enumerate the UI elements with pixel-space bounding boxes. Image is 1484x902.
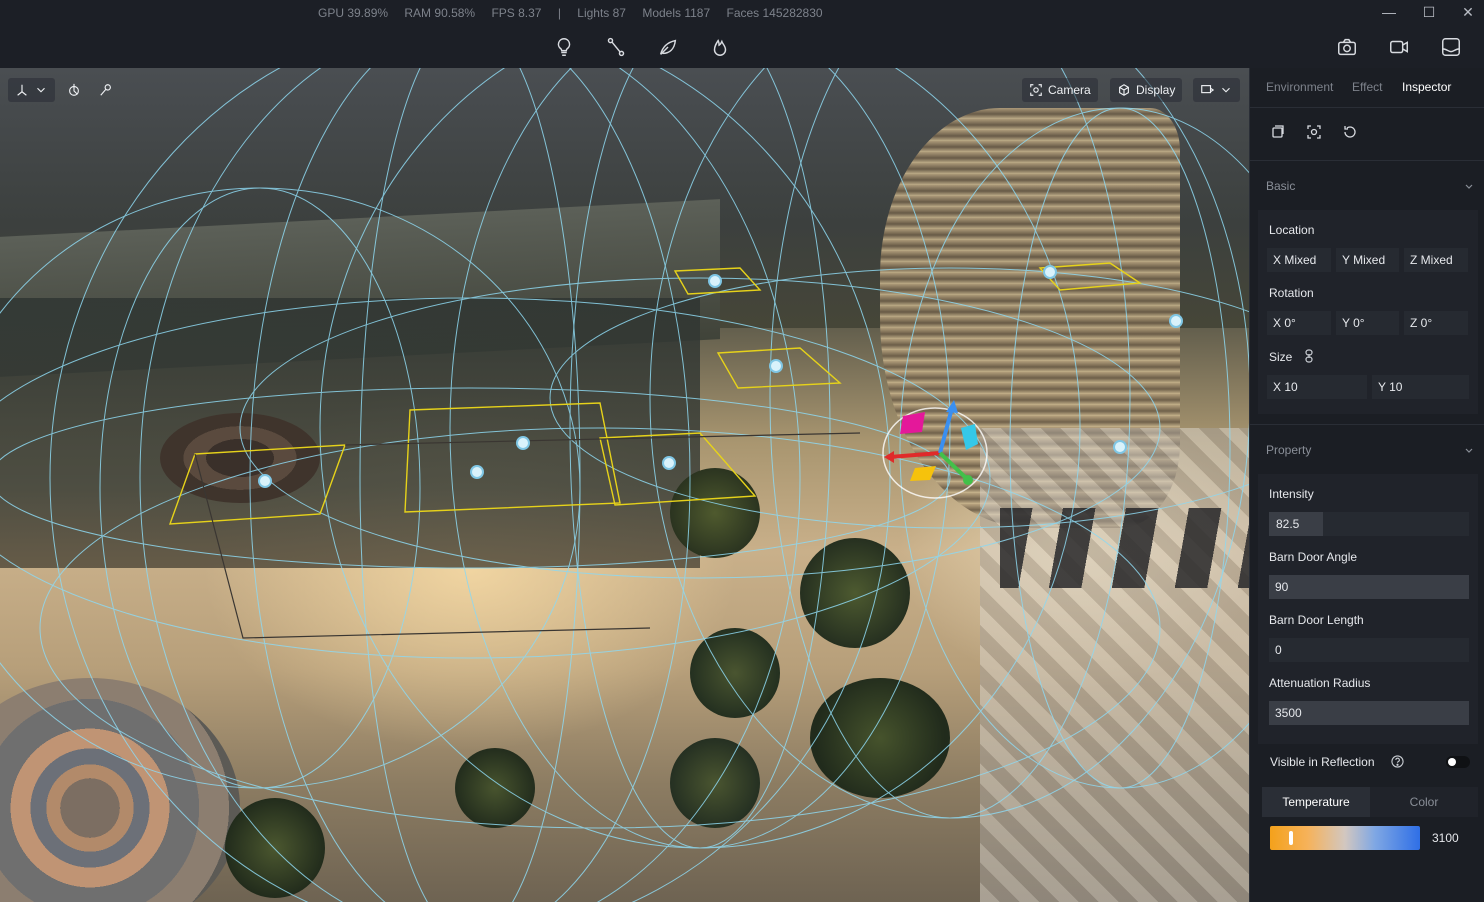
ram-stat: RAM 90.58% [404, 6, 476, 20]
size-x-field[interactable]: X 10 [1267, 375, 1367, 399]
transform-gizmo [882, 400, 988, 499]
basic-section-title[interactable]: Basic [1266, 179, 1295, 193]
property-section-title[interactable]: Property [1266, 443, 1311, 457]
attenuation-radius-field[interactable]: 3500 [1269, 701, 1469, 725]
barn-door-length-label: Barn Door Length [1269, 613, 1364, 627]
performance-stats: GPU 39.89% RAM 90.58% FPS 8.37 | Lights … [318, 6, 836, 20]
barn-door-angle-field[interactable]: 90 [1269, 575, 1469, 599]
tab-environment[interactable]: Environment [1266, 80, 1333, 94]
location-x-field[interactable]: X Mixed [1267, 248, 1331, 272]
camera-snapshot-icon[interactable] [1336, 36, 1358, 58]
chevron-down-icon[interactable] [1464, 182, 1474, 192]
image-export-icon[interactable] [1440, 36, 1462, 58]
rotation-x-field[interactable]: X 0° [1267, 311, 1331, 335]
reset-icon[interactable] [1338, 120, 1362, 144]
tab-inspector[interactable]: Inspector [1402, 80, 1451, 94]
temperature-value[interactable]: 3100 [1432, 831, 1459, 845]
temperature-gradient-slider[interactable] [1270, 826, 1420, 850]
size-label: Size [1269, 350, 1293, 364]
snap-icon[interactable] [92, 78, 120, 102]
light-wireframe-overlay [0, 68, 1249, 902]
link-icon[interactable] [1303, 349, 1315, 363]
models-stat: Models 1187 [642, 6, 711, 20]
location-label: Location [1269, 223, 1315, 237]
intensity-slider[interactable]: 82.5 [1269, 512, 1469, 536]
copy-icon[interactable] [1266, 120, 1290, 144]
rotation-z-field[interactable]: Z 0° [1404, 311, 1468, 335]
tab-effect[interactable]: Effect [1352, 80, 1382, 94]
chevron-down-icon[interactable] [1464, 446, 1474, 456]
tab-color[interactable]: Color [1370, 787, 1478, 817]
toggle-knob [1448, 758, 1456, 766]
camera-frame-icon [1030, 84, 1042, 96]
inspector-panel: Environment Effect Inspector Basic Locat… [1249, 68, 1484, 902]
lightbulb-icon[interactable] [553, 36, 575, 58]
leaf-icon[interactable] [657, 36, 679, 58]
video-icon[interactable] [1388, 36, 1410, 58]
transform-mode-dropdown[interactable] [8, 78, 55, 102]
lights-stat: Lights 87 [577, 6, 626, 20]
camera-label: Camera [1048, 83, 1091, 97]
intensity-value: 82.5 [1276, 517, 1300, 531]
faces-stat: Faces 145282830 [726, 6, 823, 20]
stats-divider: | [557, 6, 561, 20]
main-toolbar [0, 26, 1484, 68]
property-section: Intensity 82.5 Barn Door Angle 90 Barn D… [1258, 474, 1478, 744]
help-icon[interactable] [1391, 755, 1404, 768]
chevron-down-icon [1222, 87, 1230, 93]
panel-tabs: Environment Effect Inspector [1250, 68, 1484, 108]
tab-temperature[interactable]: Temperature [1262, 787, 1370, 817]
camera-button[interactable]: Camera [1022, 78, 1098, 102]
fire-icon[interactable] [709, 36, 731, 58]
maximize-button[interactable]: ☐ [1419, 4, 1439, 22]
attenuation-radius-label: Attenuation Radius [1269, 676, 1371, 690]
intensity-label: Intensity [1269, 487, 1314, 501]
rotation-y-field[interactable]: Y 0° [1336, 311, 1399, 335]
display-button[interactable]: Display [1110, 78, 1183, 102]
chevron-down-icon [37, 87, 45, 93]
divider [1250, 424, 1484, 425]
visible-in-reflection-label: Visible in Reflection [1270, 755, 1375, 769]
basic-section: Location X Mixed Y Mixed Z Mixed Rotatio… [1258, 210, 1478, 414]
location-z-field[interactable]: Z Mixed [1404, 248, 1468, 272]
location-y-field[interactable]: Y Mixed [1336, 248, 1399, 272]
visible-in-reflection-toggle[interactable] [1446, 756, 1470, 768]
focus-icon[interactable] [1302, 120, 1326, 144]
pivot-icon[interactable] [60, 78, 88, 102]
temperature-slider-handle[interactable] [1289, 831, 1293, 845]
divider [1250, 160, 1484, 161]
title-bar: GPU 39.89% RAM 90.58% FPS 8.37 | Lights … [0, 0, 1484, 26]
barn-door-angle-label: Barn Door Angle [1269, 550, 1358, 564]
gpu-stat: GPU 39.89% [318, 6, 389, 20]
axis-icon [17, 84, 27, 96]
close-button[interactable]: ✕ [1458, 4, 1478, 22]
minimize-button[interactable]: — [1379, 4, 1399, 22]
cube-icon [1119, 84, 1129, 96]
scene-viewport[interactable]: Camera Display [0, 68, 1249, 902]
barn-door-length-field[interactable]: 0 [1269, 638, 1469, 662]
size-y-field[interactable]: Y 10 [1372, 375, 1469, 399]
view-mode-dropdown[interactable] [1193, 78, 1240, 102]
path-icon[interactable] [605, 36, 627, 58]
display-label: Display [1136, 83, 1176, 97]
rotation-label: Rotation [1269, 286, 1314, 300]
monitor-icon [1201, 85, 1214, 94]
fps-stat: FPS 8.37 [491, 6, 542, 20]
